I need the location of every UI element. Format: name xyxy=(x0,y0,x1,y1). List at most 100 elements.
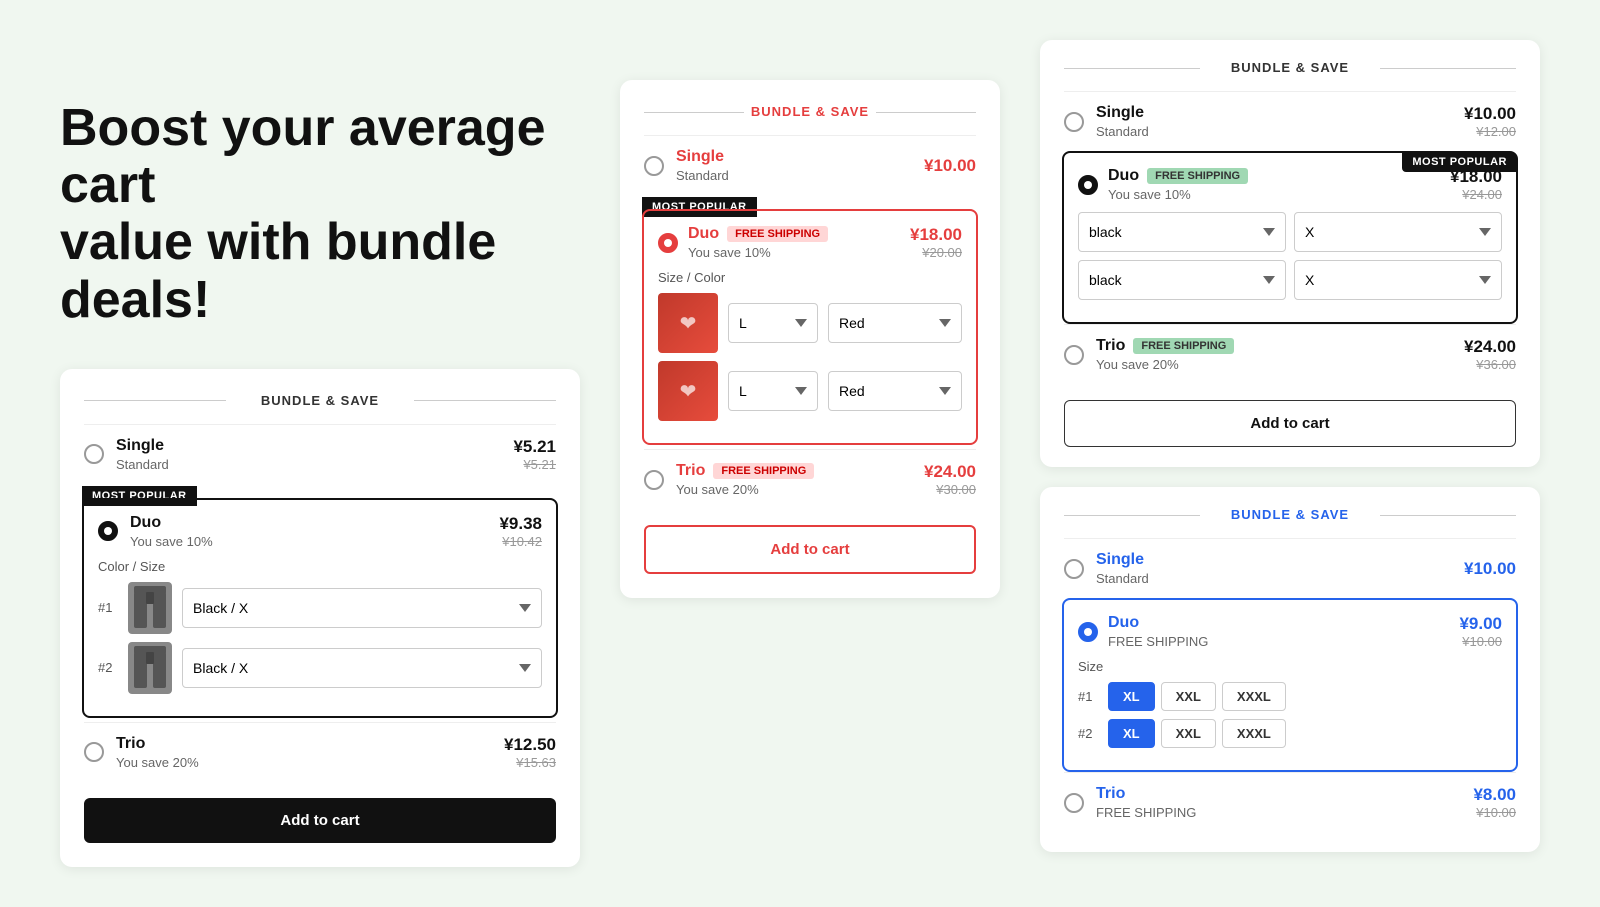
size-row-4-2: #2 XL XXL XXXL xyxy=(1078,719,1502,748)
option-name-trio-2: Trio FREE SHIPPING xyxy=(676,462,912,480)
badge-shipping-trio-3: FREE SHIPPING xyxy=(1133,338,1234,354)
radio-duo-2[interactable] xyxy=(658,233,678,253)
select-color-3-2[interactable]: blackwhitered xyxy=(1078,260,1286,300)
size-xxl-4-2[interactable]: XXL xyxy=(1161,719,1216,748)
select-color-3-1[interactable]: blackwhitered xyxy=(1078,212,1286,252)
price-orig-single-1: ¥5.21 xyxy=(513,457,556,472)
radio-trio-1[interactable] xyxy=(84,742,104,762)
price-orig-duo-1: ¥10.42 xyxy=(499,534,542,549)
option-name-single-3: Single xyxy=(1096,104,1452,122)
price-orig-duo-2: ¥20.00 xyxy=(910,245,962,260)
option-duo-box-4[interactable]: Duo FREE SHIPPING ¥9.00 ¥10.00 Size #1 X… xyxy=(1062,598,1518,772)
price-duo-4: ¥9.00 xyxy=(1459,614,1502,634)
option-single-4[interactable]: Single Standard ¥10.00 xyxy=(1064,538,1516,598)
option-trio-2[interactable]: Trio FREE SHIPPING You save 20% ¥24.00 ¥… xyxy=(644,449,976,509)
product-num-4-1: #1 xyxy=(1078,689,1098,704)
option-duo-wrapper-3: MOST POPULAR Duo FREE SHIPPING You save … xyxy=(1064,151,1516,324)
color-size-label-1: Color / Size xyxy=(98,559,542,574)
size-select-2-1[interactable]: LSMXL xyxy=(728,303,818,343)
radio-trio-3[interactable] xyxy=(1064,345,1084,365)
option-subtitle-duo-2: You save 10% xyxy=(688,245,900,260)
option-subtitle-duo-3: You save 10% xyxy=(1108,187,1440,202)
option-trio-3[interactable]: Trio FREE SHIPPING You save 20% ¥24.00 ¥… xyxy=(1064,324,1516,384)
price-single-4: ¥10.00 xyxy=(1464,559,1516,579)
option-duo-wrapper-1: MOST POPULAR Duo You save 10% ¥9.38 ¥10.… xyxy=(84,498,556,718)
color-select-2-2[interactable]: RedBlueBlack xyxy=(828,371,962,411)
radio-duo-1[interactable] xyxy=(98,521,118,541)
add-to-cart-1[interactable]: Add to cart xyxy=(84,798,556,843)
price-orig-trio-3: ¥36.00 xyxy=(1464,357,1516,372)
radio-single-1[interactable] xyxy=(84,444,104,464)
option-single-1[interactable]: Single Standard ¥5.21 ¥5.21 xyxy=(84,424,556,484)
product-row-2-1: LSMXL RedBlueBlack xyxy=(658,293,962,353)
price-orig-duo-4: ¥10.00 xyxy=(1459,634,1502,649)
size-xl-4-2[interactable]: XL xyxy=(1108,719,1155,748)
product-num-1: #1 xyxy=(98,600,118,615)
option-single-2[interactable]: Single Standard ¥10.00 xyxy=(644,135,976,195)
option-name-duo-3: Duo FREE SHIPPING xyxy=(1108,167,1440,185)
price-single-2: ¥10.00 xyxy=(924,156,976,176)
color-select-2-1[interactable]: RedBlueBlack xyxy=(828,303,962,343)
size-buttons-4-2: XL XXL XXXL xyxy=(1108,719,1286,748)
option-subtitle-single-2: Standard xyxy=(676,168,912,183)
bundle-title-4: BUNDLE & SAVE xyxy=(1064,507,1516,522)
product-thumb-red-1 xyxy=(658,293,718,353)
product-row-2-2: LSMXL RedBlueBlack xyxy=(658,361,962,421)
select-size-3-1[interactable]: XSML xyxy=(1294,212,1502,252)
left-section: Boost your average cartvalue with bundle… xyxy=(60,40,580,867)
radio-duo-3[interactable] xyxy=(1078,175,1098,195)
price-orig-trio-2: ¥30.00 xyxy=(924,482,976,497)
size-xxxl-4-2[interactable]: XXXL xyxy=(1222,719,1286,748)
product-num-2: #2 xyxy=(98,660,118,675)
radio-single-2[interactable] xyxy=(644,156,664,176)
badge-shipping-duo-4: FREE SHIPPING xyxy=(1108,634,1449,649)
bundle-card-2: BUNDLE & SAVE Single Standard ¥10.00 MOS… xyxy=(620,80,1000,598)
radio-single-4[interactable] xyxy=(1064,559,1084,579)
bundle-title-3: BUNDLE & SAVE xyxy=(1064,60,1516,75)
option-subtitle-single-1: Standard xyxy=(116,457,501,472)
price-trio-2: ¥24.00 xyxy=(924,462,976,482)
select-size-3-2[interactable]: XSML xyxy=(1294,260,1502,300)
price-orig-single-3: ¥12.00 xyxy=(1464,124,1516,139)
price-trio-4: ¥8.00 xyxy=(1473,785,1516,805)
option-duo-box-1[interactable]: Duo You save 10% ¥9.38 ¥10.42 Color / Si… xyxy=(82,498,558,718)
option-subtitle-trio-3: You save 20% xyxy=(1096,357,1452,372)
option-name-single-4: Single xyxy=(1096,551,1452,569)
size-row-4-1: #1 XL XXL XXXL xyxy=(1078,682,1502,711)
size-xl-4-1[interactable]: XL xyxy=(1108,682,1155,711)
add-to-cart-2[interactable]: Add to cart xyxy=(644,525,976,574)
product-row-1-1: #1 Black / X Black / S White / X xyxy=(98,582,542,634)
option-name-duo-2: Duo FREE SHIPPING xyxy=(688,225,900,243)
radio-duo-4[interactable] xyxy=(1078,622,1098,642)
size-xxxl-4-1[interactable]: XXXL xyxy=(1222,682,1286,711)
option-subtitle-duo-1: You save 10% xyxy=(130,534,487,549)
option-name-single-2: Single xyxy=(676,148,912,166)
add-to-cart-3[interactable]: Add to cart xyxy=(1064,400,1516,447)
option-subtitle-trio-2: You save 20% xyxy=(676,482,912,497)
option-duo-box-3[interactable]: MOST POPULAR Duo FREE SHIPPING You save … xyxy=(1062,151,1518,324)
product-num-4-2: #2 xyxy=(1078,726,1098,741)
size-xxl-4-1[interactable]: XXL xyxy=(1161,682,1216,711)
option-trio-1[interactable]: Trio You save 20% ¥12.50 ¥15.63 xyxy=(84,722,556,782)
size-color-label-2: Size / Color xyxy=(658,270,962,285)
headline: Boost your average cartvalue with bundle… xyxy=(60,100,580,329)
radio-trio-4[interactable] xyxy=(1064,793,1084,813)
option-single-3[interactable]: Single Standard ¥10.00 ¥12.00 xyxy=(1064,91,1516,151)
badge-shipping-trio-2: FREE SHIPPING xyxy=(713,463,814,479)
option-name-trio-4: Trio xyxy=(1096,785,1461,803)
price-trio-3: ¥24.00 xyxy=(1464,337,1516,357)
option-trio-4[interactable]: Trio FREE SHIPPING ¥8.00 ¥10.00 xyxy=(1064,772,1516,832)
right-section: BUNDLE & SAVE Single Standard ¥10.00 ¥12… xyxy=(1040,40,1540,852)
radio-trio-2[interactable] xyxy=(644,470,664,490)
option-duo-box-2[interactable]: Duo FREE SHIPPING You save 10% ¥18.00 ¥2… xyxy=(642,209,978,445)
product-select-1-1[interactable]: Black / X Black / S White / X xyxy=(182,588,542,628)
size-select-2-2[interactable]: LSMXL xyxy=(728,371,818,411)
price-orig-duo-3: ¥24.00 xyxy=(1450,187,1502,202)
product-row-1-2: #2 Black / X Black / S White / X xyxy=(98,642,542,694)
product-select-1-2[interactable]: Black / X Black / S White / X xyxy=(182,648,542,688)
product-thumb-1 xyxy=(128,582,172,634)
radio-single-3[interactable] xyxy=(1064,112,1084,132)
product-thumb-red-2 xyxy=(658,361,718,421)
bundle-card-4: BUNDLE & SAVE Single Standard ¥10.00 Duo… xyxy=(1040,487,1540,852)
price-single-1: ¥5.21 xyxy=(513,437,556,457)
